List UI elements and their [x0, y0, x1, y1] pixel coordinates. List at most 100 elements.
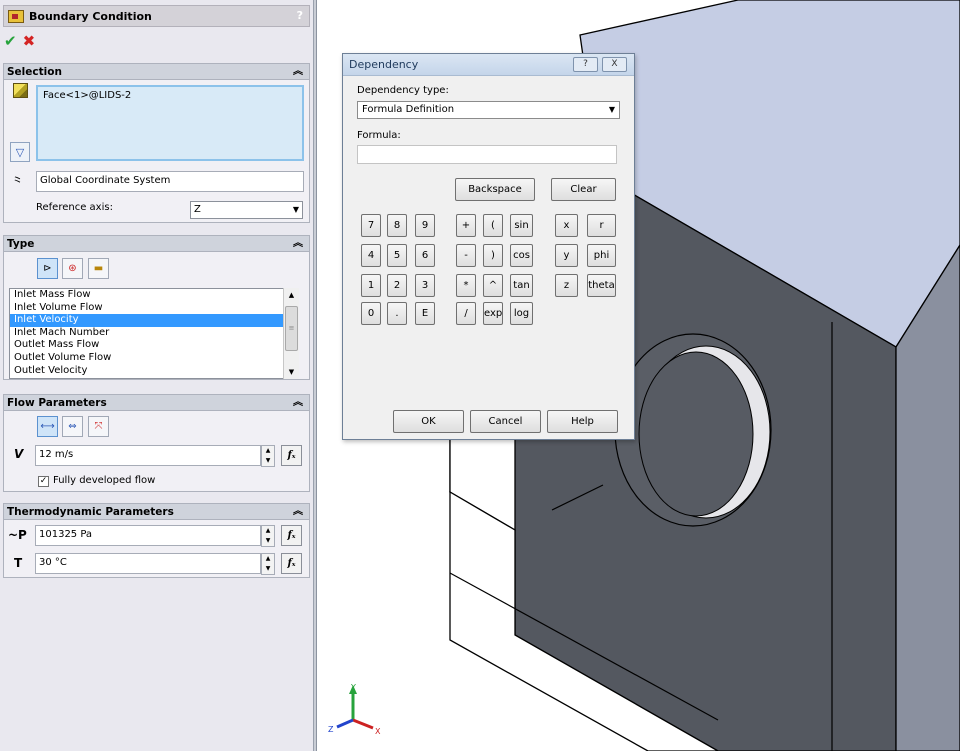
- key-4[interactable]: 4: [361, 244, 381, 267]
- dialog-help-button[interactable]: ?: [573, 57, 598, 72]
- velocity-input[interactable]: 12 m/s: [35, 445, 261, 466]
- type-header-label: Type: [7, 238, 35, 250]
- selected-faces-list[interactable]: Face<1>@LIDS-2: [36, 85, 304, 161]
- pressure-fx-button[interactable]: fₓ: [281, 525, 302, 546]
- help-icon[interactable]: ?: [297, 9, 303, 22]
- condition-type-list[interactable]: Inlet Mass Flow Inlet Volume Flow Inlet …: [9, 288, 299, 379]
- collapse-chevron-icon[interactable]: ︽: [293, 64, 303, 80]
- ok-button[interactable]: OK: [393, 410, 464, 433]
- key-z[interactable]: z: [555, 274, 578, 297]
- pressure-openings-icon[interactable]: ⊛: [62, 258, 83, 279]
- key-multiply[interactable]: *: [456, 274, 476, 297]
- scroll-thumb[interactable]: ≡: [285, 306, 298, 351]
- thermodynamic-parameters-group: Thermodynamic Parameters ︽ ~P 101325 Pa …: [3, 503, 310, 578]
- boundary-condition-icon: [8, 9, 24, 23]
- key-power[interactable]: ^: [483, 274, 503, 297]
- list-item[interactable]: Inlet Mach Number: [10, 327, 298, 340]
- reference-axis-value: Z: [194, 204, 201, 215]
- temperature-spinner[interactable]: ▲ ▼: [261, 553, 275, 575]
- dialog-close-button[interactable]: X: [602, 57, 627, 72]
- list-scrollbar[interactable]: ▲ ≡ ▼: [283, 288, 299, 379]
- pressure-spinner[interactable]: ▲ ▼: [261, 525, 275, 547]
- flow-openings-icon[interactable]: ⊳: [37, 258, 58, 279]
- selected-face-item[interactable]: Face<1>@LIDS-2: [43, 90, 131, 101]
- key-1[interactable]: 1: [361, 274, 381, 297]
- x-axis-label: X: [375, 727, 381, 736]
- list-item[interactable]: Inlet Volume Flow: [10, 302, 298, 315]
- velocity-spinner[interactable]: ▲ ▼: [261, 445, 275, 467]
- panel-splitter[interactable]: [314, 0, 317, 751]
- key-3[interactable]: 3: [415, 274, 435, 297]
- normal-to-face-icon[interactable]: ⟷: [37, 416, 58, 437]
- formula-input[interactable]: [357, 145, 617, 164]
- key-6[interactable]: 6: [415, 244, 435, 267]
- list-item[interactable]: Outlet Velocity: [10, 365, 298, 378]
- dependency-type-label: Dependency type:: [357, 85, 449, 96]
- key-cos[interactable]: cos: [510, 244, 533, 267]
- fully-developed-checkbox[interactable]: ✓: [38, 476, 49, 487]
- 3d-vector-icon[interactable]: ⤧: [88, 416, 109, 437]
- key-decimal[interactable]: .: [387, 302, 407, 325]
- backspace-button[interactable]: Backspace: [455, 178, 535, 201]
- cancel-x-icon[interactable]: ✖: [23, 32, 36, 50]
- scroll-down-arrow-icon[interactable]: ▼: [284, 365, 299, 379]
- key-r[interactable]: r: [587, 214, 616, 237]
- list-item-selected[interactable]: Inlet Velocity: [10, 314, 298, 327]
- list-item[interactable]: Outlet Volume Flow: [10, 352, 298, 365]
- coordinate-system-field[interactable]: Global Coordinate System: [36, 171, 304, 192]
- key-phi[interactable]: phi: [587, 244, 616, 267]
- help-button[interactable]: Help: [547, 410, 618, 433]
- key-2[interactable]: 2: [387, 274, 407, 297]
- wall-icon[interactable]: ▬: [88, 258, 109, 279]
- key-exponent-e[interactable]: E: [415, 302, 435, 325]
- flow-parameters-group: Flow Parameters ︽ ⟷ ⇔ ⤧ V 12 m/s ▲ ▼ fₓ ✓…: [3, 394, 310, 492]
- temperature-input[interactable]: 30 °C: [35, 553, 261, 574]
- key-theta[interactable]: theta: [587, 274, 616, 297]
- key-0[interactable]: 0: [361, 302, 381, 325]
- key-plus[interactable]: +: [456, 214, 476, 237]
- type-group-header[interactable]: Type ︽: [4, 236, 309, 252]
- key-left-paren[interactable]: (: [483, 214, 503, 237]
- key-9[interactable]: 9: [415, 214, 435, 237]
- temperature-fx-button[interactable]: fₓ: [281, 553, 302, 574]
- selection-group-header[interactable]: Selection ︽: [4, 64, 309, 80]
- clear-button[interactable]: Clear: [551, 178, 616, 201]
- key-right-paren[interactable]: ): [483, 244, 503, 267]
- swirl-icon[interactable]: ⇔: [62, 416, 83, 437]
- collapse-chevron-icon[interactable]: ︽: [293, 236, 303, 252]
- dialog-titlebar[interactable]: Dependency ? X: [343, 54, 634, 76]
- key-7[interactable]: 7: [361, 214, 381, 237]
- key-5[interactable]: 5: [387, 244, 407, 267]
- reference-axis-select[interactable]: Z ▼: [190, 201, 303, 219]
- collapse-chevron-icon[interactable]: ︽: [293, 504, 303, 520]
- list-item[interactable]: Outlet Mass Flow: [10, 339, 298, 352]
- formula-fx-button[interactable]: fₓ: [281, 445, 302, 466]
- pressure-input[interactable]: 101325 Pa: [35, 525, 261, 546]
- key-x[interactable]: x: [555, 214, 578, 237]
- pressure-symbol: ~P: [8, 528, 27, 542]
- key-tan[interactable]: tan: [510, 274, 533, 297]
- key-divide[interactable]: /: [456, 302, 476, 325]
- key-minus[interactable]: -: [456, 244, 476, 267]
- ok-checkmark-icon[interactable]: ✔: [4, 32, 17, 50]
- flow-header-label: Flow Parameters: [7, 397, 107, 409]
- thermo-header-label: Thermodynamic Parameters: [7, 506, 174, 518]
- y-axis-label: Y: [350, 683, 356, 692]
- flow-parameters-header[interactable]: Flow Parameters ︽: [4, 395, 309, 411]
- filter-icon[interactable]: ▽: [10, 142, 30, 162]
- key-8[interactable]: 8: [387, 214, 407, 237]
- cancel-button[interactable]: Cancel: [470, 410, 541, 433]
- key-sin[interactable]: sin: [510, 214, 533, 237]
- key-y[interactable]: y: [555, 244, 578, 267]
- selection-group: Selection ︽ Face<1>@LIDS-2 ▽ ⺀ Global Co…: [3, 63, 310, 223]
- dependency-type-select[interactable]: Formula Definition ▼: [357, 101, 620, 119]
- z-axis-label: Z: [328, 725, 334, 734]
- panel-title: Boundary Condition: [29, 9, 152, 23]
- reference-axis-label: Reference axis:: [36, 202, 113, 213]
- collapse-chevron-icon[interactable]: ︽: [293, 395, 303, 411]
- thermodynamic-parameters-header[interactable]: Thermodynamic Parameters ︽: [4, 504, 309, 520]
- scroll-up-arrow-icon[interactable]: ▲: [284, 288, 299, 302]
- key-exp[interactable]: exp: [483, 302, 503, 325]
- key-log[interactable]: log: [510, 302, 533, 325]
- list-item[interactable]: Inlet Mass Flow: [10, 289, 298, 302]
